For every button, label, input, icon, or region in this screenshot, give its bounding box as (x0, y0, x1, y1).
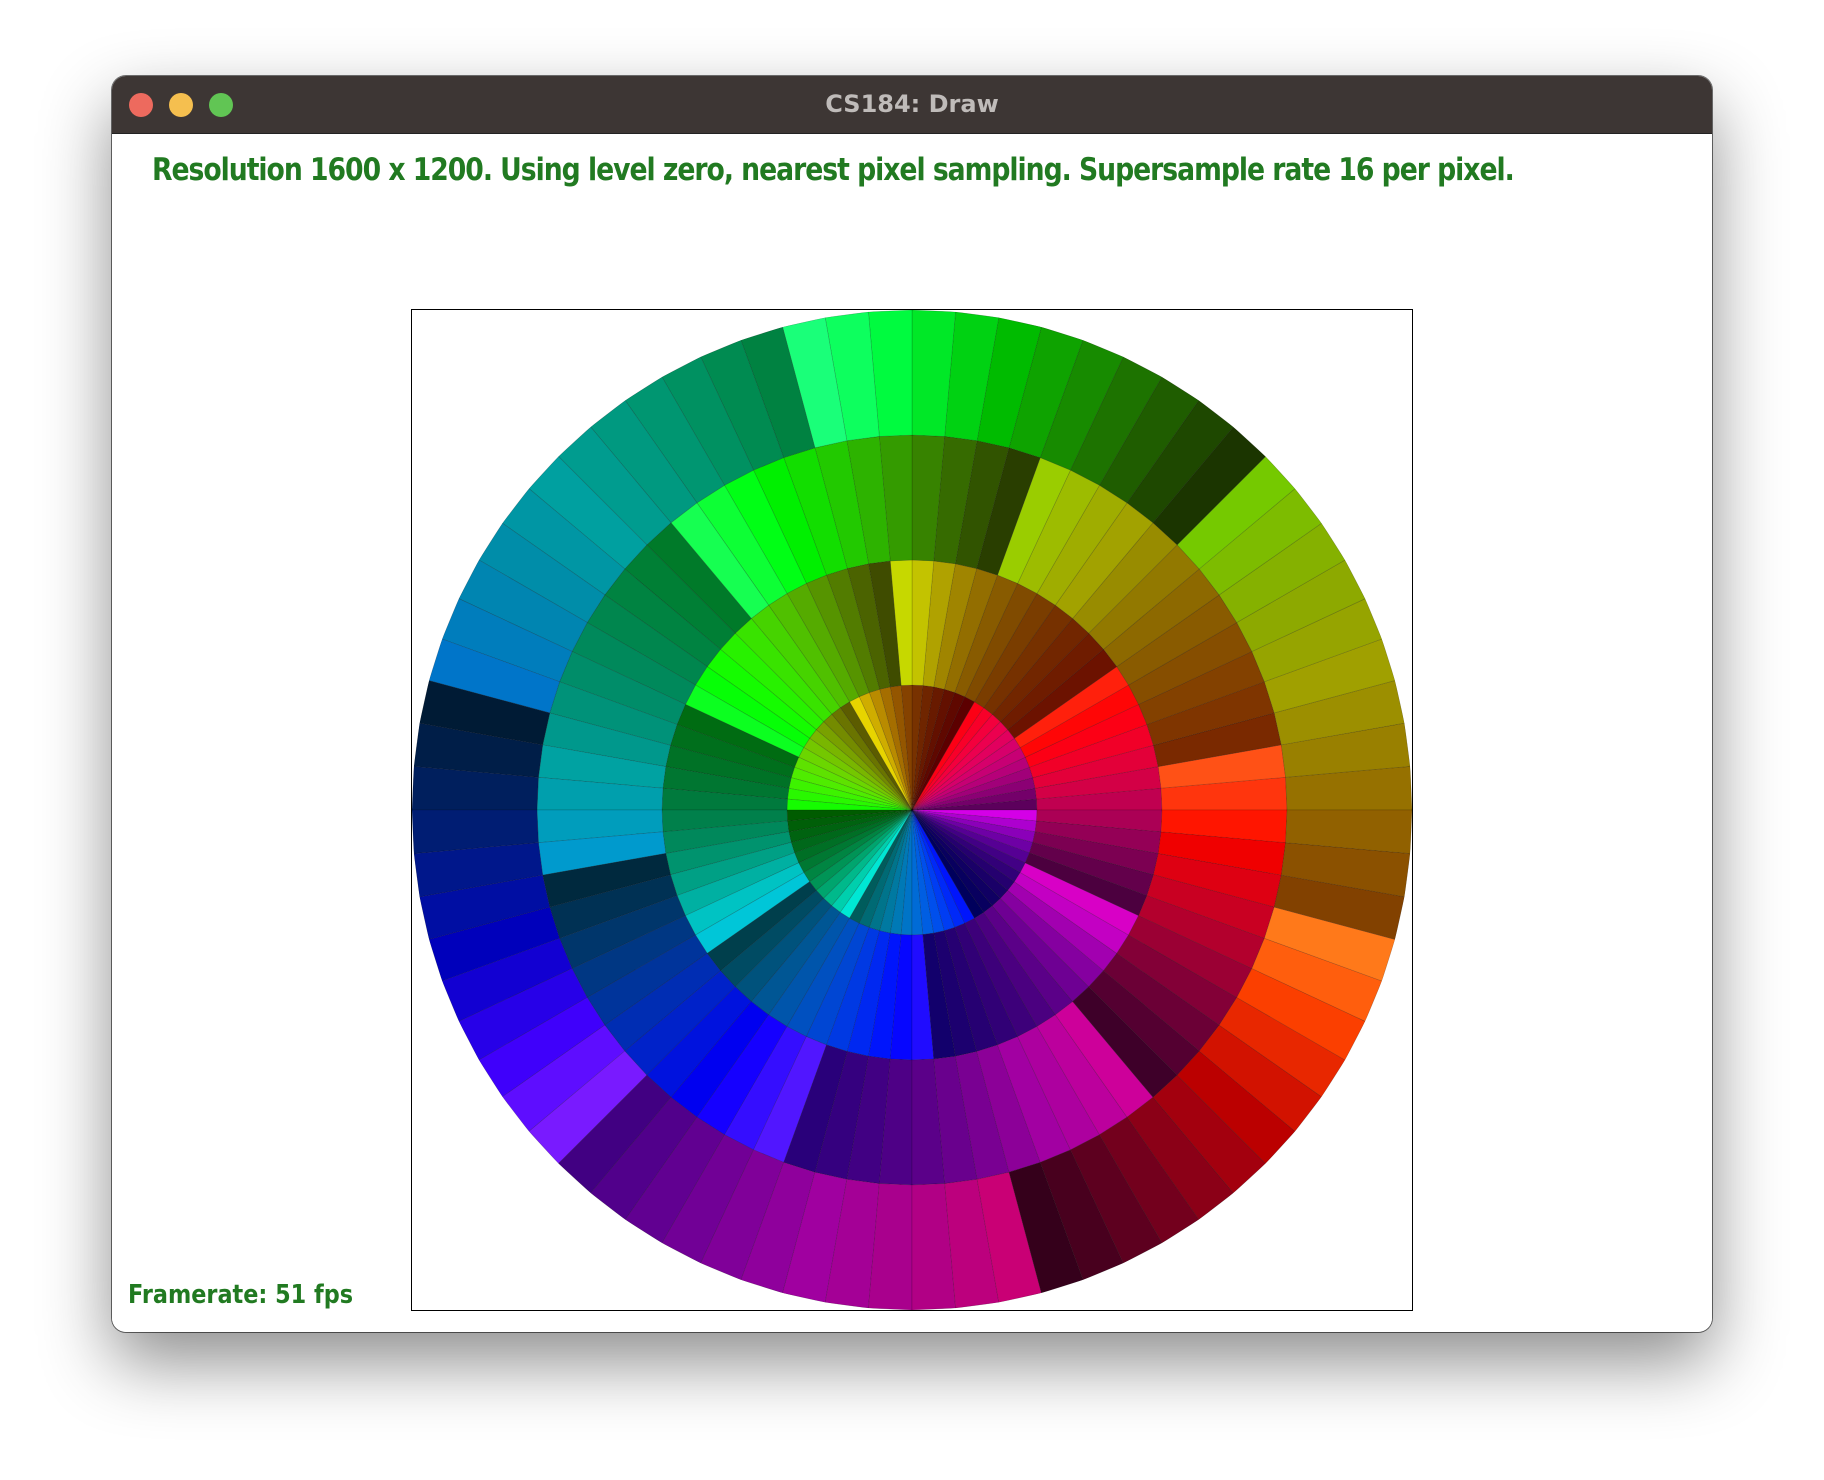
close-icon[interactable] (129, 93, 153, 117)
status-message: Resolution 1600 x 1200. Using level zero… (152, 152, 1515, 188)
framerate-readout: Framerate: 51 fps (128, 1280, 354, 1310)
app-window: CS184: Draw Resolution 1600 x 1200. Usin… (112, 76, 1712, 1332)
drawing-canvas[interactable] (411, 309, 1413, 1311)
window-title: CS184: Draw (825, 90, 999, 118)
zoom-icon[interactable] (209, 93, 233, 117)
color-wheel-artwork (412, 310, 1412, 1310)
title-bar[interactable]: CS184: Draw (112, 76, 1712, 134)
content-area: Resolution 1600 x 1200. Using level zero… (112, 134, 1712, 1332)
minimize-icon[interactable] (169, 93, 193, 117)
